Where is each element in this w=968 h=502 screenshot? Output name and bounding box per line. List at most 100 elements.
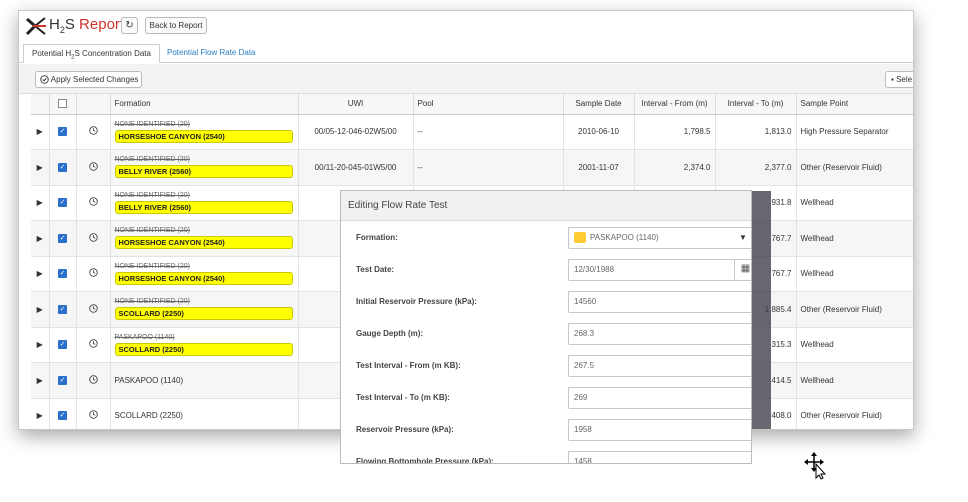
row-checkbox-cell[interactable]: ✓ [49,327,77,363]
row-checkbox-cell[interactable]: ✓ [49,185,77,221]
sample-point-cell: Wellhead [796,327,913,363]
expand-row-button[interactable]: ▶ [31,149,50,186]
interval-to-cell: 2,377.0 [715,149,797,186]
row-checkbox[interactable]: ✓ [58,127,67,137]
row-checkbox-cell[interactable]: ✓ [49,398,77,429]
expand-row-button[interactable]: ▶ [31,256,50,292]
row-checkbox-cell[interactable]: ✓ [49,291,77,328]
column-header-sample-date[interactable]: Sample Date [563,94,635,115]
formation-new-value[interactable]: HORSESHOE CANYON (2540) [114,236,293,250]
row-checkbox[interactable]: ✓ [58,233,67,243]
row-checkbox[interactable]: ✓ [58,340,67,350]
sample-point-cell: Wellhead [796,185,913,221]
formation-new-value[interactable]: HORSESHOE CANYON (2540) [114,129,293,143]
expand-arrow-icon: ▶ [36,411,43,421]
column-header-uwi[interactable]: UWI [298,94,414,115]
select-all-checkbox[interactable] [58,99,67,109]
tab-h2s-concentration[interactable]: Potential H2S Concentration Data [23,44,160,63]
dialog-title: Editing Flow Rate Test [341,191,751,221]
formation-cell: PASKAPOO (1140) [110,362,299,399]
clock-icon [88,304,98,313]
column-header-interval-to[interactable]: Interval - To (m) [715,94,797,115]
pool-cell: -- [413,149,564,186]
test-date-input[interactable]: 12/30/1988 ▦ [568,259,751,281]
column-header-formation[interactable]: Formation [110,94,299,115]
expand-row-button[interactable]: ▶ [31,220,50,257]
flowing-bottomhole-pressure-input[interactable]: 1458 [568,451,751,463]
test-interval-to-input[interactable]: 269 [568,387,751,409]
history-button[interactable] [76,327,111,363]
formation-select[interactable]: PASKAPOO (1140) ▼ [568,227,751,249]
formation-color-swatch [574,232,586,244]
column-header-sample-point[interactable]: Sample Point [796,94,913,115]
clock-icon [88,233,98,242]
row-checkbox[interactable]: ✓ [58,304,67,314]
table-row[interactable]: ▶ ✓ NONE IDENTIFIED (20) HORSESHOE CANYON (… [31,114,913,150]
history-button[interactable] [76,291,111,328]
formation-new-value[interactable]: HORSESHOE CANYON (2540) [114,271,293,285]
apply-selected-changes-button[interactable]: Apply Selected Changes [35,71,142,88]
expand-column-header [31,94,50,115]
formation-cell: PASKAPOO (1140) SCOLLARD (2250) [110,327,299,363]
reservoir-pressure-input[interactable]: 1958 [568,419,751,441]
calendar-icon[interactable]: ▦ [734,260,751,280]
history-button[interactable] [76,398,111,429]
expand-row-button[interactable]: ▶ [31,398,50,429]
gauge-depth-input[interactable]: 268.3 [568,323,751,345]
formation-value: SCOLLARD (2250) [114,411,183,421]
expand-row-button[interactable]: ▶ [31,291,50,328]
row-checkbox-cell[interactable]: ✓ [49,220,77,257]
row-checkbox[interactable]: ✓ [58,198,67,208]
row-checkbox-cell[interactable]: ✓ [49,149,77,186]
expand-row-button[interactable]: ▶ [31,114,50,150]
app-header: H2S Reports ↻ Back to Report [19,11,913,41]
toolbar: Apply Selected Changes ▪ Sele [19,64,913,94]
field-label: Reservoir Pressure (kPa): [356,425,454,434]
expand-row-button[interactable]: ▶ [31,327,50,363]
clock-icon [88,339,98,348]
formation-old-value: PASKAPOO (1140) [114,333,175,341]
formation-new-value[interactable]: SCOLLARD (2250) [114,307,293,321]
history-button[interactable] [76,362,111,399]
history-button[interactable] [76,114,111,150]
row-checkbox[interactable]: ✓ [58,162,67,172]
row-checkbox[interactable]: ✓ [58,411,67,421]
row-checkbox-cell[interactable]: ✓ [49,114,77,150]
select-button[interactable]: ▪ Sele [885,71,913,88]
refresh-button[interactable]: ↻ [121,17,138,34]
formation-old-value: NONE IDENTIFIED (20) [114,120,190,128]
column-header-interval-from[interactable]: Interval - From (m) [634,94,716,115]
column-header-pool[interactable]: Pool [413,94,564,115]
select-all-checkbox-header[interactable] [49,94,77,115]
formation-new-value[interactable]: BELLY RIVER (2560) [114,200,293,214]
formation-old-value: NONE IDENTIFIED (20) [114,298,190,306]
initial-reservoir-pressure-input[interactable]: 14560 [568,291,751,313]
sample-point-cell: Other (Reservoir Fluid) [796,398,913,429]
history-button[interactable] [76,256,111,292]
back-to-report-button[interactable]: Back to Report [145,17,207,34]
expand-arrow-icon: ▶ [36,340,43,350]
expand-row-button[interactable]: ▶ [31,185,50,221]
row-checkbox-cell[interactable]: ✓ [49,362,77,399]
field-label: Formation: [356,233,398,242]
formation-new-value[interactable]: BELLY RIVER (2560) [114,165,293,179]
history-button[interactable] [76,149,111,186]
sample-point-cell: Wellhead [796,256,913,292]
field-label: Gauge Depth (m): [356,329,424,338]
formation-cell: NONE IDENTIFIED (20) HORSESHOE CANYON (25… [110,114,299,150]
formation-old-value: NONE IDENTIFIED (20) [114,156,190,164]
formation-new-value[interactable]: SCOLLARD (2250) [114,342,293,356]
expand-row-button[interactable]: ▶ [31,362,50,399]
formation-cell: NONE IDENTIFIED (20) SCOLLARD (2250) [110,291,299,328]
expand-arrow-icon: ▶ [36,375,43,385]
test-interval-from-input[interactable]: 267.5 [568,355,751,377]
tab-flow-rate[interactable]: Potential Flow Rate Data [159,44,264,63]
row-checkbox-cell[interactable]: ✓ [49,256,77,292]
history-button[interactable] [76,220,111,257]
row-checkbox[interactable]: ✓ [58,375,67,385]
edit-flow-rate-dialog: Editing Flow Rate Test Formation: PASKAPO… [340,190,752,464]
history-button[interactable] [76,185,111,221]
row-checkbox[interactable]: ✓ [58,269,67,279]
table-row[interactable]: ▶ ✓ NONE IDENTIFIED (20) BELLY RIVER (2560)… [31,149,913,186]
pool-cell: -- [413,114,564,150]
